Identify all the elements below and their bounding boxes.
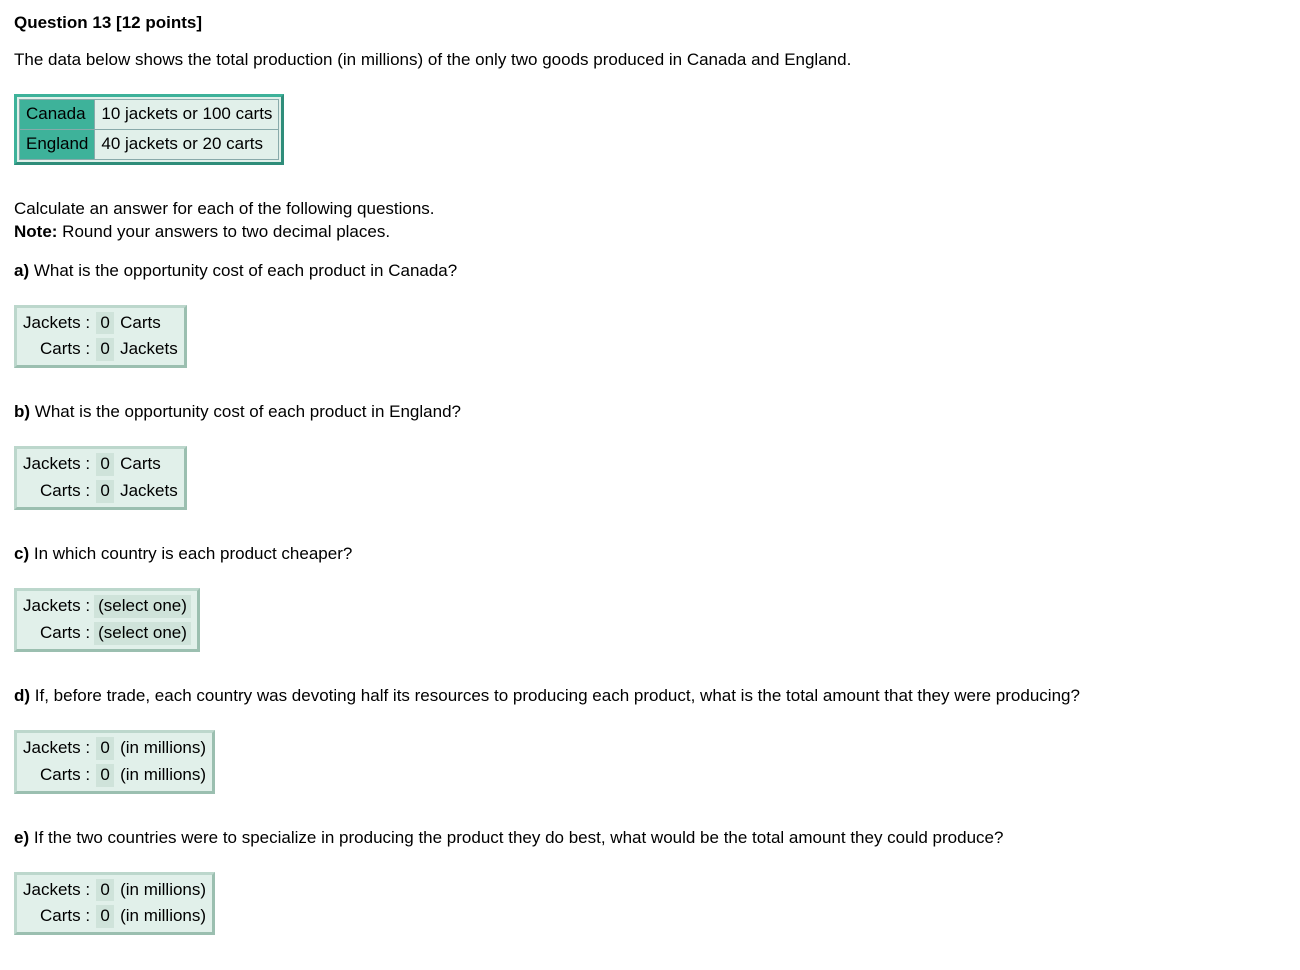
answer-label: Carts : <box>19 903 92 930</box>
part-label: a) <box>14 261 29 280</box>
instruction-line: Calculate an answer for each of the foll… <box>14 199 435 218</box>
answer-unit: Jackets <box>118 478 182 505</box>
answer-row: Carts : (select one) <box>19 620 195 647</box>
part-a-prompt: a) What is the opportunity cost of each … <box>14 260 1286 283</box>
part-a-answer-box: Jackets : 0 Carts Carts : 0 Jackets <box>14 305 187 369</box>
answer-label: Carts : <box>19 762 92 789</box>
jackets-cost-england-input[interactable]: 0 <box>96 453 114 476</box>
part-e-prompt: e) If the two countries were to speciali… <box>14 827 1286 850</box>
answer-unit: (in millions) <box>118 735 210 762</box>
jackets-country-select[interactable]: (select one) <box>94 595 191 618</box>
answer-row: Jackets : 0 Carts <box>19 310 182 337</box>
carts-cost-canada-input[interactable]: 0 <box>96 338 114 361</box>
answer-row: Carts : 0 (in millions) <box>19 762 210 789</box>
answer-label: Jackets : <box>19 310 92 337</box>
question-header: Question 13 [12 points] <box>14 12 1286 35</box>
intro-text: The data below shows the total productio… <box>14 49 1286 72</box>
part-text: What is the opportunity cost of each pro… <box>30 402 461 421</box>
part-c-prompt: c) In which country is each product chea… <box>14 543 1286 566</box>
answer-unit: Carts <box>118 451 182 478</box>
part-text: If the two countries were to specialize … <box>29 828 1003 847</box>
answer-label: Jackets : <box>19 877 92 904</box>
jackets-total-before-input[interactable]: 0 <box>96 737 114 760</box>
part-text: What is the opportunity cost of each pro… <box>29 261 457 280</box>
table-row: England 40 jackets or 20 carts <box>20 129 279 159</box>
answer-unit: (in millions) <box>118 877 210 904</box>
part-text: If, before trade, each country was devot… <box>30 686 1080 705</box>
production-table: Canada 10 jackets or 100 carts England 4… <box>14 94 284 165</box>
answer-unit: Jackets <box>118 336 182 363</box>
part-b-answer-box: Jackets : 0 Carts Carts : 0 Jackets <box>14 446 187 510</box>
answer-label: Carts : <box>19 478 92 505</box>
answer-row: Carts : 0 (in millions) <box>19 903 210 930</box>
question-number: Question 13 <box>14 13 111 32</box>
answer-label: Jackets : <box>19 451 92 478</box>
note-label: Note: <box>14 222 57 241</box>
part-c-answer-box: Jackets : (select one) Carts : (select o… <box>14 588 200 652</box>
table-row: Canada 10 jackets or 100 carts <box>20 99 279 129</box>
country-cell: Canada <box>20 99 95 129</box>
answer-label: Jackets : <box>19 593 92 620</box>
answer-row: Carts : 0 Jackets <box>19 336 182 363</box>
part-d-prompt: d) If, before trade, each country was de… <box>14 685 1286 708</box>
answer-unit: Carts <box>118 310 182 337</box>
note-text: Round your answers to two decimal places… <box>57 222 390 241</box>
carts-total-specialize-input[interactable]: 0 <box>96 905 114 928</box>
carts-cost-england-input[interactable]: 0 <box>96 480 114 503</box>
answer-row: Carts : 0 Jackets <box>19 478 182 505</box>
answer-row: Jackets : 0 (in millions) <box>19 735 210 762</box>
answer-row: Jackets : 0 (in millions) <box>19 877 210 904</box>
part-label: e) <box>14 828 29 847</box>
question-points: [12 points] <box>116 13 202 32</box>
jackets-total-specialize-input[interactable]: 0 <box>96 879 114 902</box>
jackets-cost-canada-input[interactable]: 0 <box>96 312 114 335</box>
answer-row: Jackets : 0 Carts <box>19 451 182 478</box>
country-cell: England <box>20 129 95 159</box>
carts-total-before-input[interactable]: 0 <box>96 764 114 787</box>
answer-row: Jackets : (select one) <box>19 593 195 620</box>
part-label: d) <box>14 686 30 705</box>
part-label: b) <box>14 402 30 421</box>
part-text: In which country is each product cheaper… <box>29 544 352 563</box>
instructions: Calculate an answer for each of the foll… <box>14 198 1286 244</box>
answer-unit: (in millions) <box>118 903 210 930</box>
answer-unit: (in millions) <box>118 762 210 789</box>
answer-label: Jackets : <box>19 735 92 762</box>
carts-country-select[interactable]: (select one) <box>94 622 191 645</box>
part-d-answer-box: Jackets : 0 (in millions) Carts : 0 (in … <box>14 730 215 794</box>
production-cell: 40 jackets or 20 carts <box>95 129 279 159</box>
answer-label: Carts : <box>19 620 92 647</box>
part-label: c) <box>14 544 29 563</box>
part-b-prompt: b) What is the opportunity cost of each … <box>14 401 1286 424</box>
production-cell: 10 jackets or 100 carts <box>95 99 279 129</box>
part-e-answer-box: Jackets : 0 (in millions) Carts : 0 (in … <box>14 872 215 936</box>
answer-label: Carts : <box>19 336 92 363</box>
